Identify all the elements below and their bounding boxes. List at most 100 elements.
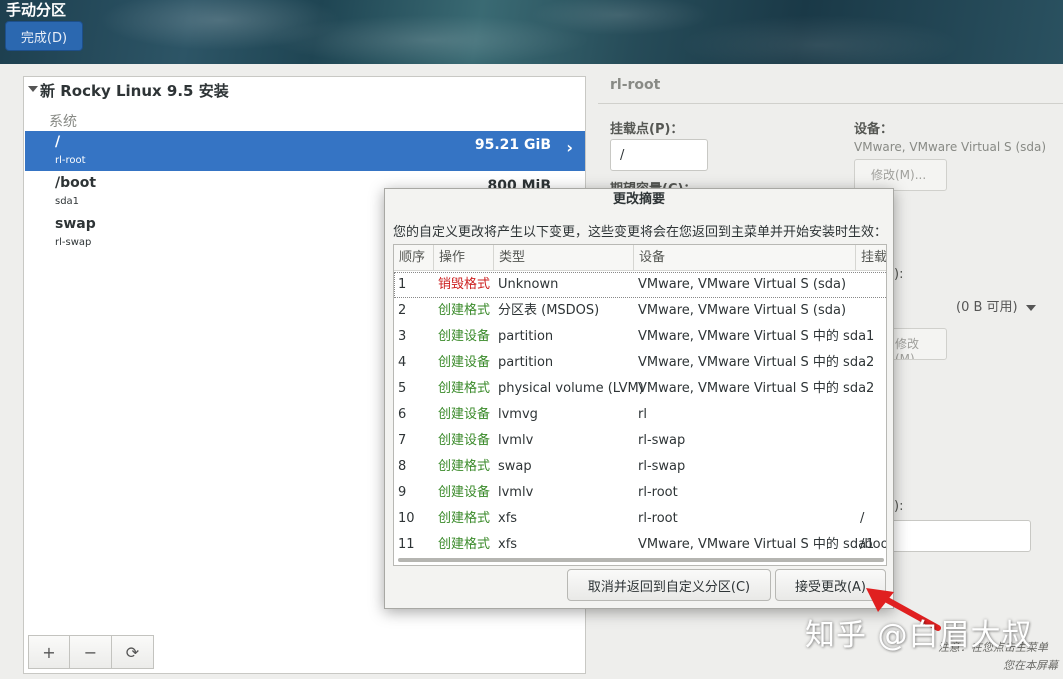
add-mount-point-button[interactable]: + (28, 635, 70, 669)
watermark: 知乎 @白眉大叔 (805, 618, 1033, 653)
table-row[interactable]: 11 创建格式 xfs VMware, VMware Virtual S 中的 sda… (394, 532, 886, 558)
dialog-description: 您的自定义更改将产生以下变更，这些变更将会在您返回到主菜单并开始安装时生效： (393, 225, 888, 240)
cell-device: VMware, VMware Virtual S 中的 sda2 (638, 355, 875, 370)
volume-group-combo[interactable]: (0 B 可用) (956, 296, 1036, 315)
cell-device: rl-swap (638, 459, 686, 474)
cell-type: 分区表 (MSDOS) (498, 303, 600, 318)
cell-order: 9 (398, 485, 407, 500)
done-button[interactable]: 完成(D) (5, 21, 83, 51)
horizontal-scrollbar[interactable] (398, 558, 884, 562)
table-row[interactable]: 4 创建设备 partition VMware, VMware Virtual S 中… (394, 350, 886, 376)
table-row[interactable]: 5 创建格式 physical volume (LVM) VMware, VMware… (394, 376, 886, 402)
column-header-type[interactable]: 类型 (494, 245, 634, 271)
table-row[interactable]: 10 创建格式 xfs rl-root / (394, 506, 886, 532)
dialog-title: 更改摘要 (612, 192, 665, 207)
cell-mount: / (860, 511, 865, 526)
column-header-order[interactable]: 顺序 (394, 245, 434, 271)
cell-type: lvmlv (498, 485, 534, 500)
cell-order: 6 (398, 407, 407, 422)
cell-type: swap (498, 459, 532, 474)
table-row[interactable]: 1 销毁格式 Unknown VMware, VMware Virtual S (sd… (394, 272, 886, 298)
cancel-return-button[interactable]: 取消并返回到自定义分区(C) (567, 569, 771, 601)
cell-action: 创建设备 (438, 329, 491, 344)
cell-type: lvmlv (498, 433, 534, 448)
table-row[interactable]: 7 创建设备 lvmlv rl-swap (394, 428, 886, 454)
expander-arrow-icon[interactable] (28, 86, 38, 92)
column-header-device[interactable]: 设备 (634, 245, 856, 271)
changes-table[interactable]: 顺序 操作 类型 设备 挂载 1 销毁格式 Unknown VMware, VMwar… (393, 244, 887, 566)
cell-action: 创建格式 (438, 511, 491, 526)
changes-table-header: 顺序 操作 类型 设备 挂载 (394, 245, 886, 271)
cell-type: partition (498, 329, 554, 344)
cell-device: VMware, VMware Virtual S (sda) (638, 303, 847, 318)
summary-of-changes-dialog: 更改摘要 您的自定义更改将产生以下变更，这些变更将会在您返回到主菜单并开始安装时… (384, 188, 894, 609)
column-header-action[interactable]: 操作 (434, 245, 494, 271)
mount-point-label: 挂载点(P)： (610, 122, 684, 137)
modify-device-button[interactable]: 修改(M)... (854, 159, 947, 191)
label-input[interactable] (890, 520, 1031, 552)
refresh-icon[interactable]: ⟳ (112, 635, 154, 669)
column-header-mount[interactable]: 挂载 (856, 245, 886, 271)
mount-point-name: /boot (55, 175, 97, 191)
device-label: 设备： (854, 122, 894, 137)
cell-order: 4 (398, 355, 407, 370)
installer-header: 手动分区 完成(D) (0, 0, 1063, 64)
cell-type: Unknown (498, 277, 559, 292)
chevron-right-icon: › (566, 138, 573, 157)
mount-point-size: 95.21 GiB (474, 137, 551, 153)
cell-action: 创建格式 (438, 381, 491, 396)
cell-type: xfs (498, 511, 518, 526)
cell-action: 创建格式 (438, 303, 491, 318)
table-row[interactable]: 2 创建格式 分区表 (MSDOS) VMware, VMware Virtual S… (394, 298, 886, 324)
footnote-line-2: 您在本屏幕 (1003, 659, 1058, 672)
cell-action: 销毁格式 (438, 277, 491, 292)
cell-device: rl-root (638, 511, 678, 526)
divider (598, 103, 1063, 104)
volume-group-free: (0 B 可用) (956, 300, 1018, 315)
cell-type: xfs (498, 537, 518, 552)
header-background (0, 0, 1063, 64)
cell-order: 2 (398, 303, 407, 318)
section-label-system: 系统 (49, 114, 77, 130)
chevron-down-icon (1025, 304, 1036, 311)
cell-mount: /boot (860, 537, 886, 552)
cell-action: 创建格式 (438, 459, 491, 474)
cell-device: VMware, VMware Virtual S (sda) (638, 277, 847, 292)
table-row[interactable]: 8 创建格式 swap rl-swap (394, 454, 886, 480)
table-row[interactable]: 3 创建设备 partition VMware, VMware Virtual S 中… (394, 324, 886, 350)
label-fragment: ): (894, 267, 904, 282)
cell-order: 8 (398, 459, 407, 474)
label-fragment: ): (894, 499, 904, 514)
cell-device: rl-root (638, 485, 678, 500)
cell-device: VMware, VMware Virtual S 中的 sda1 (638, 329, 875, 344)
install-group-title[interactable]: 新 Rocky Linux 9.5 安装 (40, 80, 229, 101)
device-value: VMware, VMware Virtual S (sda) (854, 140, 1047, 154)
cell-order: 11 (398, 537, 415, 552)
remove-mount-point-button[interactable]: − (70, 635, 112, 669)
selected-volume-title: rl-root (610, 77, 661, 93)
cell-type: partition (498, 355, 554, 370)
cell-type: lvmvg (498, 407, 538, 422)
mount-point-device: rl-swap (55, 237, 92, 248)
cell-order: 10 (398, 511, 415, 526)
cell-device: rl (638, 407, 647, 422)
mount-point-input[interactable]: / (610, 139, 708, 171)
table-row[interactable]: 9 创建设备 lvmlv rl-root (394, 480, 886, 506)
mount-point-device: rl-root (55, 155, 86, 166)
table-row[interactable]: 6 创建设备 lvmvg rl (394, 402, 886, 428)
page-title: 手动分区 (6, 1, 67, 19)
cell-order: 3 (398, 329, 407, 344)
mount-point-device: sda1 (55, 196, 80, 207)
cell-action: 创建设备 (438, 355, 491, 370)
cell-type: physical volume (LVM) (498, 381, 644, 396)
mount-point-name: swap (55, 216, 96, 232)
mount-point-row-root[interactable]: / rl-root 95.21 GiB › (25, 131, 585, 171)
cell-action: 创建设备 (438, 407, 491, 422)
mount-point-toolbar: + − ⟳ (28, 635, 154, 669)
cell-device: VMware, VMware Virtual S 中的 sda2 (638, 381, 875, 396)
cell-device: rl-swap (638, 433, 686, 448)
cell-order: 1 (398, 277, 407, 292)
cell-order: 5 (398, 381, 407, 396)
cell-order: 7 (398, 433, 407, 448)
cell-action: 创建设备 (438, 485, 491, 500)
